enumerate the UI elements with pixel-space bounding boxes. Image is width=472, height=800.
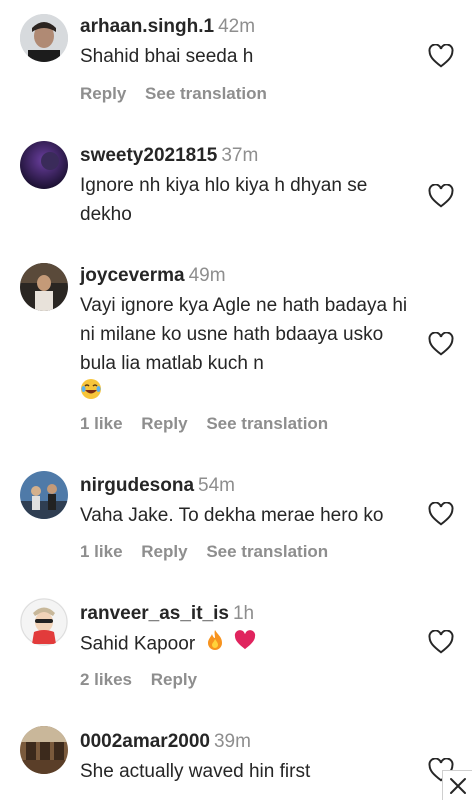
fire-emoji bbox=[206, 629, 224, 660]
see-translation-button[interactable]: See translation bbox=[206, 414, 328, 433]
likes-count[interactable]: 1 like bbox=[80, 542, 123, 561]
heart-outline-icon[interactable] bbox=[428, 44, 454, 68]
see-translation-button[interactable]: See translation bbox=[145, 84, 267, 103]
comment-username[interactable]: nirgudesona bbox=[80, 475, 194, 496]
comment-text: Vaha Jake. To dekha merae hero ko bbox=[80, 505, 384, 526]
avatar[interactable] bbox=[20, 141, 68, 189]
avatar[interactable] bbox=[20, 14, 68, 62]
comment-time: 1h bbox=[232, 603, 255, 624]
avatar[interactable] bbox=[20, 471, 68, 519]
avatar[interactable] bbox=[20, 726, 68, 774]
comment-time: 42m bbox=[218, 16, 256, 37]
likes-count[interactable]: 1 like bbox=[80, 414, 123, 433]
comment-username[interactable]: 0002amar2000 bbox=[80, 731, 210, 752]
comment-text: Ignore nh kiya hlo kiya h dhyan se dekho bbox=[80, 175, 368, 225]
comment-username[interactable]: ranveer_as_it_is bbox=[80, 603, 229, 624]
likes-count[interactable]: 2 likes bbox=[80, 670, 132, 689]
reply-button[interactable]: Reply bbox=[141, 414, 187, 433]
red-heart-emoji bbox=[234, 630, 256, 659]
comment-username[interactable]: joyceverma bbox=[80, 265, 185, 286]
comment-time: 37m bbox=[221, 145, 259, 166]
comment-username[interactable]: sweety2021815 bbox=[80, 145, 217, 166]
comment-text: Sahid Kapoor bbox=[80, 629, 412, 660]
avatar[interactable] bbox=[20, 263, 68, 311]
comment-time: 54m bbox=[198, 475, 235, 496]
heart-outline-icon[interactable] bbox=[428, 332, 454, 356]
laughing-face-emoji bbox=[80, 378, 102, 409]
comment-text: She actually waved hin first bbox=[80, 761, 311, 782]
comment-username[interactable]: arhaan.singh.1 bbox=[80, 16, 214, 37]
heart-outline-icon[interactable] bbox=[428, 502, 454, 526]
comment-text: Vayi ignore kya Agle ne hath badaya hi n… bbox=[80, 291, 412, 409]
reply-button[interactable]: Reply bbox=[141, 542, 187, 561]
see-translation-button[interactable]: See translation bbox=[206, 542, 328, 561]
heart-outline-icon[interactable] bbox=[428, 184, 454, 208]
comment-time: 49m bbox=[188, 265, 226, 286]
heart-outline-icon[interactable] bbox=[428, 630, 454, 654]
comment-time: 39m bbox=[213, 731, 251, 752]
reply-button[interactable]: Reply bbox=[151, 670, 197, 689]
comment-text: Shahid bhai seeda h bbox=[80, 46, 254, 67]
close-icon bbox=[449, 777, 466, 794]
reply-button[interactable]: Reply bbox=[80, 84, 126, 103]
avatar[interactable] bbox=[20, 598, 68, 646]
close-button[interactable] bbox=[442, 770, 472, 800]
